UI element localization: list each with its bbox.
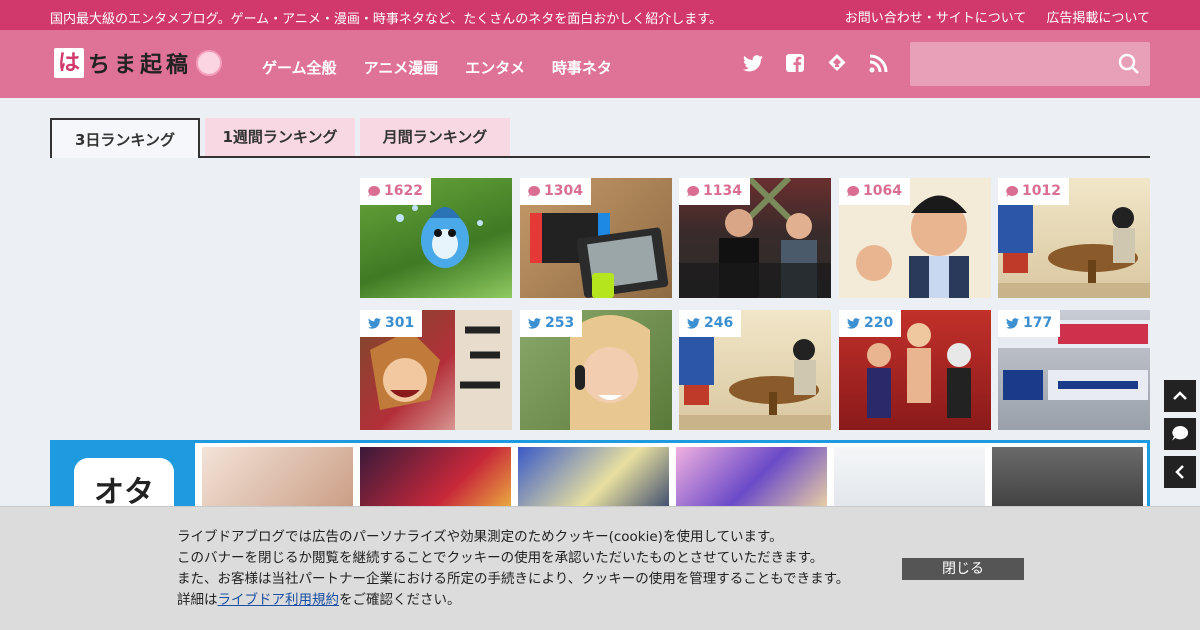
ranking-card[interactable]: 177	[998, 310, 1150, 430]
top-bar: 国内最大級のエンタメブログ。ゲーム・アニメ・漫画・時事ネタなど、たくさんのネタを…	[0, 0, 1200, 30]
tab-monthly-ranking[interactable]: 月間ランキング	[360, 118, 510, 156]
cookie-line: また、お客様は当社パートナー企業における所定の手続きにより、クッキーの使用を管理…	[177, 571, 850, 587]
cookie-line: 詳細はライブドア利用規約をご確認ください。	[177, 590, 849, 611]
ranking-card[interactable]: 301	[360, 310, 512, 430]
ranking-tabs: 3日ランキング 1週間ランキング 月間ランキング	[50, 118, 1150, 158]
ranking-card[interactable]: 246	[679, 310, 831, 430]
ranking-card[interactable]: 1134	[679, 178, 831, 298]
nav-entertainment[interactable]: エンタメ	[465, 57, 525, 78]
contact-link[interactable]: お問い合わせ・サイトについて	[845, 7, 1027, 26]
site-logo[interactable]: は ちま起稿	[54, 47, 223, 79]
cookie-details-prefix: 詳細は	[177, 592, 218, 608]
comment-icon	[1172, 426, 1188, 441]
social-links	[742, 52, 890, 74]
rss-icon[interactable]	[868, 52, 890, 74]
ranking-card[interactable]: 220	[839, 310, 991, 430]
comment-count-badge: 1064	[839, 178, 910, 205]
terms-link[interactable]: ライブドア利用規約	[218, 592, 340, 608]
floating-side-buttons	[1164, 380, 1196, 488]
comment-count: 1304	[544, 183, 583, 199]
nav-anime-manga[interactable]: アニメ漫画	[364, 57, 439, 78]
chevron-up-icon	[1173, 391, 1187, 400]
cookie-message: ライブドアブログでは広告のパーソナライズや効果測定のためクッキー(cookie)…	[177, 527, 849, 611]
nav-current-events[interactable]: 時事ネタ	[552, 57, 612, 78]
tweet-count: 220	[864, 315, 894, 331]
twitter-icon[interactable]	[742, 52, 764, 74]
pig-mascot-icon	[196, 50, 223, 76]
ranking-card[interactable]: 1064	[839, 178, 991, 298]
tweet-count-badge: 220	[839, 310, 902, 337]
ranking-card[interactable]: 253	[520, 310, 672, 430]
comment-count: 1134	[703, 183, 742, 199]
nav-games[interactable]: ゲーム全般	[262, 57, 337, 78]
main-nav: ゲーム全般 アニメ漫画 エンタメ 時事ネタ	[262, 57, 612, 78]
tab-weekly-ranking[interactable]: 1週間ランキング	[205, 118, 355, 156]
logo-text: ちま起稿	[88, 52, 193, 78]
tab-3day-ranking[interactable]: 3日ランキング	[50, 118, 200, 158]
comment-count: 1064	[863, 183, 902, 199]
ranking-card[interactable]: 1622	[360, 178, 512, 298]
ad-info-link[interactable]: 広告掲載について	[1046, 7, 1150, 26]
tweet-count-badge: 253	[520, 310, 583, 337]
tweet-count: 301	[385, 315, 415, 331]
tweet-count: 253	[545, 315, 575, 331]
cookie-line: このバナーを閉じるか閲覧を継続することでクッキーの使用を承認いただいたものとさせ…	[177, 550, 824, 566]
cookie-details-suffix: をご確認ください。	[339, 592, 461, 608]
site-header: は ちま起稿 ゲーム全般 アニメ漫画 エンタメ 時事ネタ	[0, 30, 1200, 98]
cookie-close-button[interactable]: 閉じる	[902, 558, 1024, 580]
search-box	[910, 42, 1150, 86]
comments-button[interactable]	[1164, 418, 1196, 450]
ranking-card[interactable]: 1012	[998, 178, 1150, 298]
comment-count: 1012	[1022, 183, 1061, 199]
logo-badge: は	[54, 48, 84, 78]
tweet-count: 177	[1023, 315, 1053, 331]
ranking-card[interactable]: 1304	[520, 178, 672, 298]
comment-count-badge: 1012	[998, 178, 1069, 205]
search-input[interactable]	[910, 42, 1110, 86]
tweet-count: 246	[704, 315, 734, 331]
comment-count-badge: 1134	[679, 178, 750, 205]
cookie-line: ライブドアブログでは広告のパーソナライズや効果測定のためクッキー(cookie)…	[177, 529, 783, 545]
tweet-count-badge: 177	[998, 310, 1061, 337]
top-links: お問い合わせ・サイトについて 広告掲載について	[845, 7, 1150, 26]
tweet-count-badge: 301	[360, 310, 423, 337]
comment-count: 1622	[384, 183, 423, 199]
chevron-left-icon	[1175, 465, 1184, 479]
scroll-top-button[interactable]	[1164, 380, 1196, 412]
search-icon[interactable]	[1118, 53, 1140, 75]
facebook-icon[interactable]	[784, 52, 806, 74]
feedly-icon[interactable]	[826, 52, 848, 74]
site-tagline: 国内最大級のエンタメブログ。ゲーム・アニメ・漫画・時事ネタなど、たくさんのネタを…	[50, 12, 722, 27]
comment-count-badge: 1622	[360, 178, 431, 205]
comment-count-badge: 1304	[520, 178, 591, 205]
cookie-consent-banner: ライブドアブログでは広告のパーソナライズや効果測定のためクッキー(cookie)…	[0, 506, 1200, 630]
previous-button[interactable]	[1164, 456, 1196, 488]
tweet-count-badge: 246	[679, 310, 742, 337]
